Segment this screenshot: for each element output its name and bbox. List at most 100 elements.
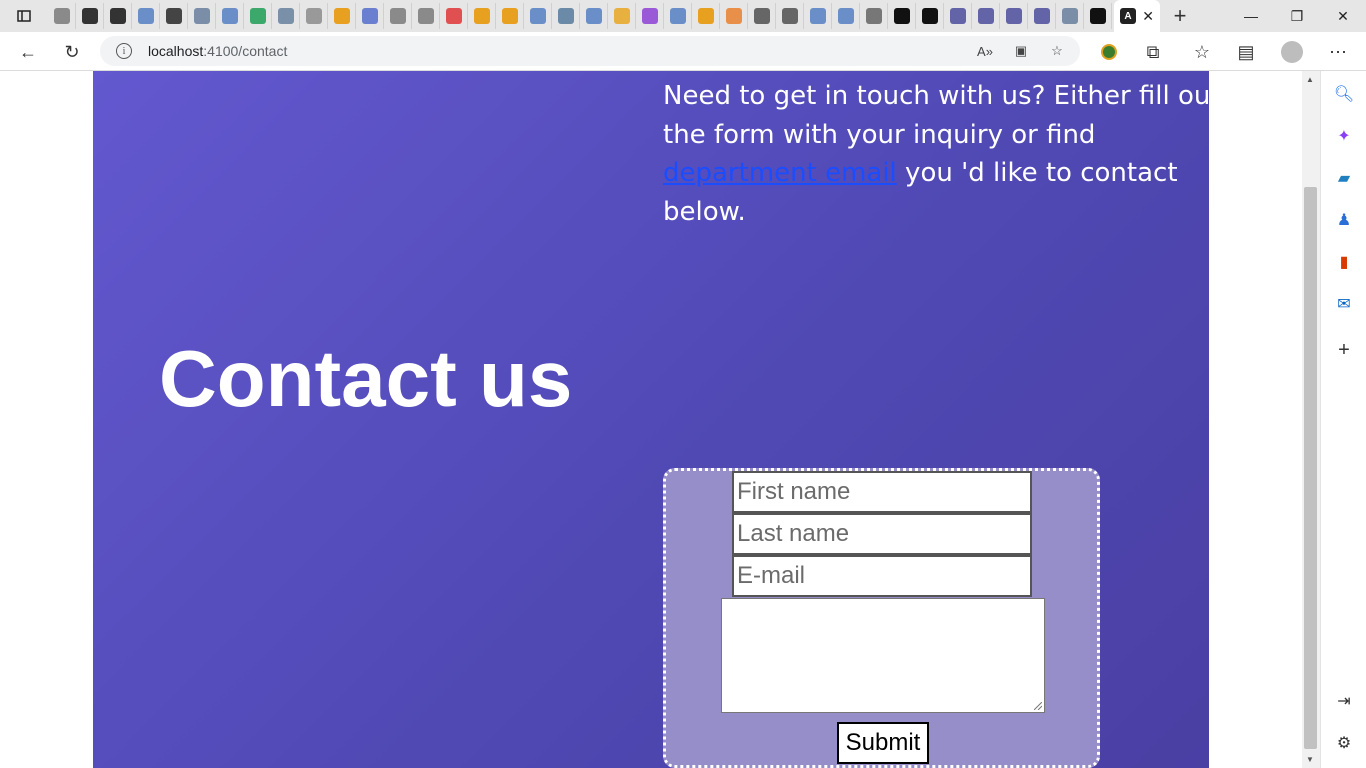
pinned-tab[interactable] [720,3,748,29]
scroll-up-icon[interactable]: ▲ [1306,75,1314,84]
pinned-tab[interactable] [328,3,356,29]
search-icon [529,8,546,24]
resize-handle-icon[interactable] [1034,702,1042,710]
pinned-tab[interactable] [412,3,440,29]
message-textarea[interactable] [721,598,1045,713]
pinned-tab[interactable] [468,3,496,29]
1m-icon [557,8,574,24]
department-email-link[interactable]: department email [663,158,897,188]
add-favorite-icon[interactable]: ☆ [1048,42,1066,60]
pinned-tab[interactable] [552,3,580,29]
pinned-tab[interactable] [76,3,104,29]
pinned-tabs [48,3,1112,29]
hide-sidebar-icon[interactable]: ⇥ [1331,688,1357,714]
collections-icon[interactable]: ▤ [1232,38,1260,66]
search-icon [585,8,602,24]
ms-icon [501,8,518,24]
new-tab-button[interactable]: + [1160,0,1200,32]
back-button[interactable]: ← [14,38,42,66]
extension-globe-icon[interactable] [1095,38,1123,66]
pinned-tab[interactable] [888,3,916,29]
pinned-tab[interactable] [748,3,776,29]
first-name-field[interactable]: First name [732,471,1032,513]
games-icon[interactable]: ♟ [1331,207,1357,233]
tab-actions-button[interactable] [0,0,48,32]
office-icon[interactable]: ▮ [1331,249,1357,275]
active-tab[interactable]: A ✕ [1114,0,1160,32]
extensions-icon[interactable]: ⧉ [1139,38,1167,66]
pinned-tab[interactable] [972,3,1000,29]
close-window-button[interactable]: ✕ [1320,0,1366,32]
submit-button[interactable]: Submit [837,722,929,764]
settings-more-icon[interactable]: ⋯ [1324,38,1352,66]
sidebar-settings-icon[interactable]: ⚙ [1331,730,1357,756]
last-name-field[interactable]: Last name [732,513,1032,555]
doc-icon [53,8,70,24]
pinned-tab[interactable] [916,3,944,29]
pinned-tab[interactable] [356,3,384,29]
add-sidebar-item-icon[interactable]: + [1331,337,1357,363]
pinned-tab[interactable] [48,3,76,29]
email-field[interactable]: E-mail [732,555,1032,597]
pinned-tab[interactable] [104,3,132,29]
close-tab-icon[interactable]: ✕ [1142,8,1154,25]
pinned-tab[interactable] [188,3,216,29]
address-bar[interactable]: i localhost:4100/contact A» ▣ ☆ [100,36,1080,66]
pinned-tab[interactable] [300,3,328,29]
teams-icon [949,8,966,24]
star-icon [613,8,630,24]
pinned-tab[interactable] [1000,3,1028,29]
intro-text: Need to get in touch with us? Either fil… [663,77,1223,231]
pinned-tab[interactable] [832,3,860,29]
pinned-tab[interactable] [524,3,552,29]
pinned-tab[interactable] [440,3,468,29]
site-info-icon[interactable]: i [116,43,132,59]
ms-icon [697,8,714,24]
restore-button[interactable]: ❐ [1274,0,1320,32]
angular-icon: A [1120,8,1136,24]
page-title: Contact us [159,334,573,423]
pinned-tab[interactable] [1028,3,1056,29]
pinned-tab[interactable] [636,3,664,29]
pinned-tab[interactable] [384,3,412,29]
search-icon [137,8,154,24]
pinned-tab[interactable] [132,3,160,29]
tools-icon[interactable]: ▰ [1331,165,1357,191]
link-icon [305,8,322,24]
pinned-tab[interactable] [496,3,524,29]
pinned-tab[interactable] [1056,3,1084,29]
pinned-tab[interactable] [860,3,888,29]
read-aloud-icon[interactable]: A» [976,42,994,60]
minimize-button[interactable]: — [1228,0,1274,32]
ms-icon [473,8,490,24]
pinned-tab[interactable] [244,3,272,29]
tab-strip: A ✕ + — ❐ ✕ [0,0,1366,32]
pinned-tab[interactable] [664,3,692,29]
pinned-tab[interactable] [160,3,188,29]
pinned-tab[interactable] [804,3,832,29]
search-icon[interactable]: 🔍︎ [1331,81,1357,107]
copilot-icon[interactable]: ✦ [1331,123,1357,149]
ms-icon [333,8,350,24]
scroll-thumb[interactable] [1304,187,1317,749]
pinned-tab[interactable] [272,3,300,29]
github-icon [81,8,98,24]
outlook-icon[interactable]: ✉ [1331,291,1357,317]
pinned-tab[interactable] [608,3,636,29]
pinned-tab[interactable] [944,3,972,29]
contact-form: First name Last name E-mail Submit [663,468,1100,768]
search-icon [837,8,854,24]
immersive-reader-icon[interactable]: ▣ [1012,42,1030,60]
refresh-button[interactable]: ↻ [58,38,86,66]
pinned-tab[interactable] [216,3,244,29]
favorites-icon[interactable]: ☆ [1188,38,1216,66]
profile-avatar[interactable] [1278,38,1306,66]
scroll-down-icon[interactable]: ▼ [1306,755,1314,764]
a-icon [781,8,798,24]
pinned-tab[interactable] [692,3,720,29]
pattern-icon [725,8,742,24]
contact-hero: Need to get in touch with us? Either fil… [93,71,1221,768]
pinned-tab[interactable] [580,3,608,29]
pinned-tab[interactable] [1084,3,1112,29]
pinned-tab[interactable] [776,3,804,29]
